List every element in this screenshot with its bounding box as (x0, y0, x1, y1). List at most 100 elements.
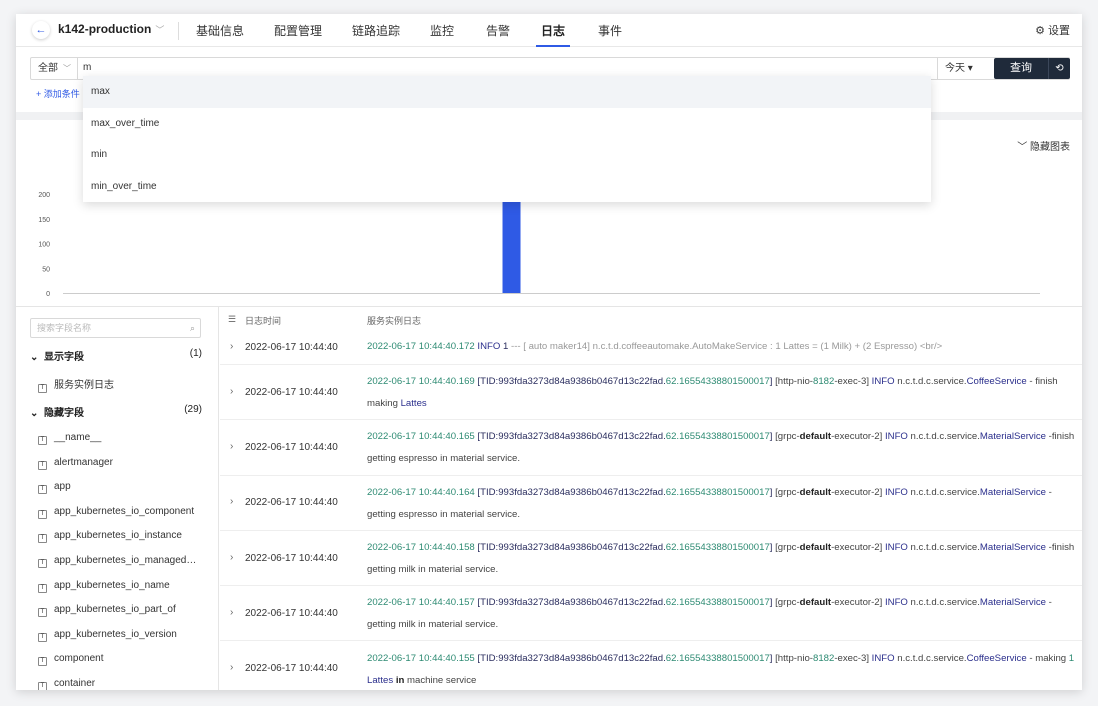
log-row[interactable]: › 2022-06-17 10:44:40 2022-06-17 10:44:40.… (220, 476, 1082, 531)
log-segment: 2022-06-17 10:44:40.157 (367, 597, 478, 609)
log-time: 2022-06-17 10:44:40 (245, 663, 338, 675)
log-segment: -exec-3] (834, 652, 872, 664)
field-sidebar: 搜索字段名称 ⌕ ⌄ 显示字段 (1) T 服务实例日志 ⌄ 隐藏字段 (29) T __nam… (16, 307, 219, 690)
refresh-icon: ⟲ (1055, 63, 1064, 74)
column-header-time: 日志时间 (245, 316, 282, 326)
back-arrow-icon[interactable]: ← (32, 21, 50, 39)
log-segment: -exec-3] (834, 376, 872, 387)
field-type-icon: T (38, 436, 47, 445)
log-row[interactable]: › 2022-06-17 10:44:40 2022-06-17 10:44:40.… (220, 330, 1082, 365)
shown-fields-group[interactable]: ⌄ 显示字段 (1) (30, 348, 202, 363)
histogram-bar (502, 194, 521, 293)
log-segment: n.c.t.d.c.service. (894, 652, 967, 664)
tab-2[interactable]: 链路追踪 (352, 22, 400, 39)
log-segment: [TID:993fda3273d84a9386b0467d13c22fad. (477, 597, 666, 609)
query-button[interactable]: 查询 (994, 58, 1048, 79)
add-condition-button[interactable]: + 添加条件 (36, 87, 80, 100)
field-item[interactable]: Tapp_kubernetes_io_version (38, 629, 177, 642)
log-row[interactable]: › 2022-06-17 10:44:40 2022-06-17 10:44:40.… (220, 531, 1082, 587)
log-message: 2022-06-17 10:44:40.172 INFO 1 --- [ aut… (367, 336, 1077, 358)
log-segment: n.c.t.d.c.service. (907, 541, 980, 553)
app-window: ← k142-production ﹀ 基础信息 配置管理 链路追踪 监控 告警 日志 事件 … (16, 14, 1082, 690)
expand-chevron-icon[interactable]: › (230, 496, 233, 507)
log-segment: [grpc- (775, 486, 800, 498)
expand-chevron-icon[interactable]: › (230, 552, 233, 563)
hide-chart-button[interactable]: ﹀ 隐藏图表 (1017, 138, 1070, 153)
field-item[interactable]: T __name__ (38, 432, 101, 445)
field-item[interactable]: Talertmanager (38, 457, 113, 470)
tab-6[interactable]: 事件 (598, 22, 622, 39)
field-name: app_kubernetes_io_name (54, 579, 170, 591)
suggestion-item[interactable]: max (83, 76, 931, 108)
expand-chevron-icon[interactable]: › (230, 341, 233, 352)
expand-chevron-icon[interactable]: › (230, 386, 233, 397)
log-time: 2022-06-17 10:44:40 (245, 341, 338, 353)
log-segment: -executor-2] (831, 597, 885, 609)
field-item[interactable]: T 服务实例日志 (38, 376, 114, 393)
field-item[interactable]: Tapp_kubernetes_io_component (38, 506, 194, 519)
log-row[interactable]: › 2022-06-17 10:44:40 2022-06-17 10:44:40.… (220, 586, 1082, 642)
query-input[interactable]: m (83, 62, 91, 73)
log-segment: INFO (884, 431, 908, 443)
log-segment: n.c.t.d.c.service. (907, 597, 980, 609)
tab-5[interactable]: 日志 (541, 22, 565, 39)
group-label: 显示字段 (43, 352, 84, 363)
field-name: __name__ (54, 432, 102, 443)
hidden-fields-group[interactable]: ⌄ 隐藏字段 (29) (30, 404, 202, 419)
log-segment: -executor-2] (831, 541, 885, 553)
log-segment: 2022-06-17 10:44:40.169 (367, 376, 478, 387)
field-item[interactable]: Tapp (38, 481, 71, 495)
tab-0[interactable]: 基础信息 (196, 22, 244, 39)
tab-1[interactable]: 配置管理 (274, 22, 322, 39)
suggestion-item[interactable]: min_over_time (83, 171, 931, 203)
log-segment: 62.16554338801500017 (665, 652, 770, 664)
field-type-icon: T (38, 534, 47, 544)
log-row[interactable]: › 2022-06-17 10:44:40 2022-06-17 10:44:40.… (220, 642, 1082, 691)
field-name: 服务实例日志 (54, 380, 114, 391)
expand-chevron-icon[interactable]: › (230, 607, 233, 618)
field-item[interactable]: Tapp_kubernetes_io_part_of (38, 604, 176, 618)
field-search-input[interactable]: 搜索字段名称 ⌕ (30, 318, 201, 338)
field-item[interactable]: Tapp_kubernetes_io_managed… (38, 555, 196, 568)
tab-3[interactable]: 监控 (430, 22, 454, 39)
field-type-icon: T (38, 509, 47, 519)
field-type-icon: T (38, 632, 47, 642)
field-name: app_kubernetes_io_part_of (54, 604, 176, 616)
log-segment: MaterialService (979, 541, 1046, 553)
tab-4[interactable]: 告警 (486, 22, 510, 39)
scope-select[interactable]: 全部 ﹀ (31, 58, 78, 79)
y-tick-label: 200 (38, 192, 50, 199)
chevron-down-icon: ⌄ (30, 352, 39, 363)
log-segment: 62.16554338801500017 (665, 541, 770, 553)
field-item[interactable]: Tcontainer (38, 678, 95, 690)
log-message: 2022-06-17 10:44:40.165 [TID:993fda3273d… (367, 426, 1077, 470)
settings-button[interactable]: ⚙ 设置 (1035, 22, 1070, 38)
log-row[interactable]: › 2022-06-17 10:44:40 2022-06-17 10:44:40.… (220, 420, 1082, 476)
field-type-icon: T (38, 583, 47, 593)
group-count: (29) (184, 404, 202, 415)
y-tick-label: 150 (38, 217, 50, 224)
field-item[interactable]: Tcomponent (38, 653, 103, 667)
field-type-icon: T (38, 559, 47, 568)
column-settings-icon[interactable]: ☰ (228, 314, 236, 325)
log-time: 2022-06-17 10:44:40 (245, 552, 338, 564)
settings-label: 设置 (1048, 25, 1070, 37)
suggestion-item[interactable]: min (83, 139, 931, 171)
field-item[interactable]: Tapp_kubernetes_io_name (38, 580, 170, 593)
log-message: 2022-06-17 10:44:40.164 [TID:993fda3273d… (367, 482, 1077, 526)
add-condition-label: 添加条件 (43, 89, 80, 99)
log-segment: CoffeeService (966, 376, 1027, 387)
refresh-button[interactable]: ⟲ (1048, 58, 1070, 79)
log-segment: INFO (884, 486, 908, 498)
project-selector[interactable]: k142-production ﹀ (58, 22, 164, 36)
expand-chevron-icon[interactable]: › (230, 441, 233, 452)
field-name: app (54, 481, 71, 493)
chevron-down-icon: ﹀ (1017, 142, 1028, 153)
log-row[interactable]: › 2022-06-17 10:44:40 2022-06-17 10:44:40.… (220, 365, 1082, 421)
log-segment: default (799, 486, 832, 498)
log-time: 2022-06-17 10:44:40 (245, 497, 338, 509)
expand-chevron-icon[interactable]: › (230, 662, 233, 673)
field-item[interactable]: Tapp_kubernetes_io_instance (38, 530, 182, 544)
time-range-select[interactable]: 今天 ▾ (937, 58, 983, 79)
suggestion-item[interactable]: max_over_time (83, 108, 931, 140)
